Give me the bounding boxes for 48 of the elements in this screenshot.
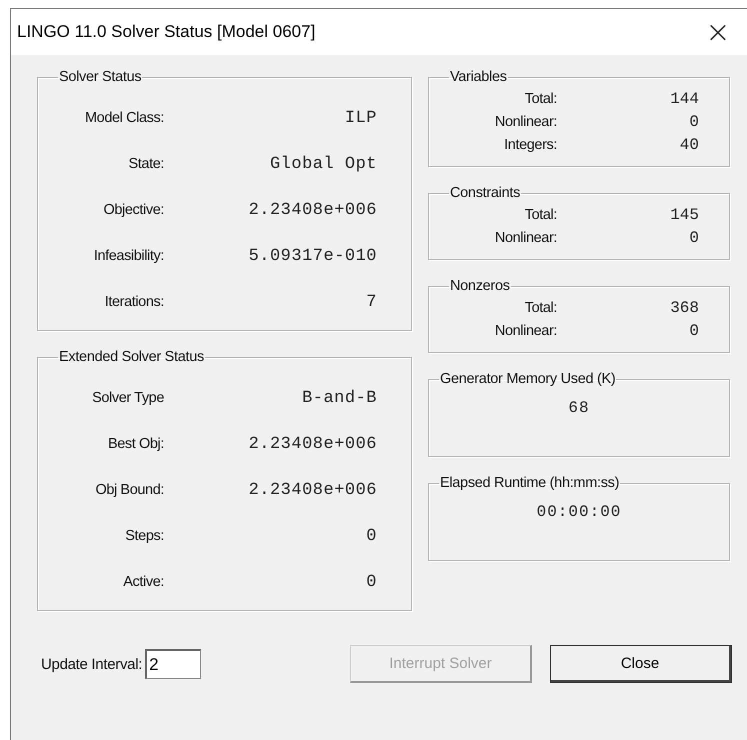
- field-value: 68: [568, 399, 590, 419]
- field-value: 5.09317e-010: [248, 246, 377, 266]
- field-label: Steps:: [124, 528, 164, 544]
- field-value: 0: [688, 112, 699, 130]
- group-title: Constraints: [449, 185, 522, 201]
- field-label: Total:: [524, 90, 557, 106]
- field-label: Obj Bound:: [94, 482, 164, 498]
- field-value: 0: [688, 228, 699, 246]
- input-field[interactable]: 2: [145, 649, 202, 679]
- field-label: Iterations:: [104, 294, 164, 310]
- field-label: Total:: [524, 206, 557, 222]
- field-label: Active:: [122, 574, 164, 590]
- field-value: 2.23408e+006: [248, 434, 377, 454]
- field-value: 0: [366, 572, 377, 592]
- field-label: Nonlinear:: [494, 322, 557, 338]
- field-label: Nonlinear:: [494, 230, 557, 246]
- group-title: Variables: [449, 69, 508, 85]
- field-value: 7: [366, 292, 377, 312]
- field-value: 145: [669, 206, 699, 224]
- field-label: State:: [128, 156, 164, 172]
- group-title: Nonzeros: [449, 278, 511, 294]
- field-value: 2.23408e+006: [248, 480, 377, 500]
- close-button[interactable]: ×: [695, 12, 741, 52]
- field-label: Integers:: [503, 136, 557, 152]
- field-value: 0: [688, 322, 699, 340]
- group-title: Solver Status: [58, 69, 142, 85]
- field-value: 00:00:00: [536, 503, 622, 523]
- field-label: Nonlinear:: [494, 114, 557, 130]
- field-value: 144: [669, 90, 699, 108]
- field-value: 40: [678, 136, 699, 154]
- field-value: ILP: [344, 108, 377, 128]
- field-label: Infeasibility:: [92, 248, 164, 264]
- group-title: Extended Solver Status: [58, 349, 205, 365]
- field-value: B-and-B: [302, 388, 377, 408]
- field-label: Best Obj:: [106, 436, 164, 452]
- field-value: 2.23408e+006: [248, 200, 377, 220]
- field-value: 0: [366, 526, 377, 546]
- field-label: Model Class:: [84, 110, 164, 126]
- field-label: Solver Type: [91, 390, 164, 406]
- window-title: LINGO 11.0 Solver Status [Model 0607]: [17, 22, 316, 42]
- group-title: Generator Memory Used (K): [439, 371, 616, 387]
- field-label: Total:: [524, 300, 557, 316]
- dialog-button[interactable]: Close: [550, 645, 732, 683]
- field-value: Global Opt: [270, 154, 377, 174]
- field-label: Update Interval:: [41, 656, 142, 672]
- field-value: 368: [669, 298, 699, 316]
- field-label: Objective:: [102, 202, 164, 218]
- group-title: Elapsed Runtime (hh:mm:ss): [439, 475, 620, 491]
